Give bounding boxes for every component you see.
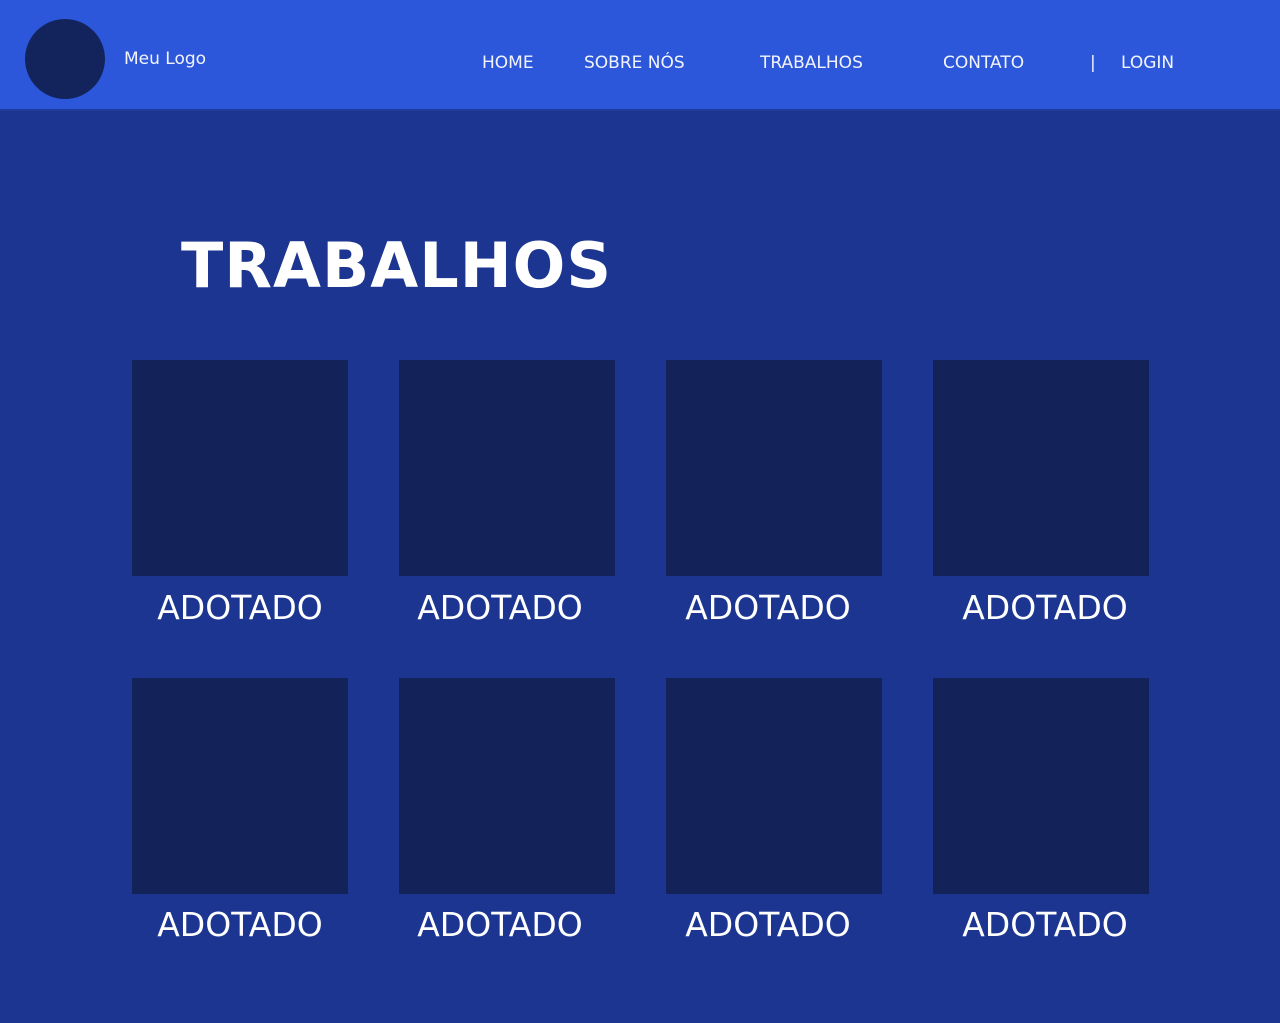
card-label: ADOTADO: [962, 588, 1128, 627]
card-label: ADOTADO: [417, 588, 583, 627]
card-image[interactable]: [132, 678, 348, 894]
nav-sobre-nos[interactable]: SOBRE NÓS: [584, 52, 685, 74]
card-image[interactable]: [399, 678, 615, 894]
logo-circle[interactable]: [25, 19, 105, 99]
card-label: ADOTADO: [962, 905, 1128, 944]
nav-contato[interactable]: CONTATO: [943, 52, 1024, 74]
card-image[interactable]: [132, 360, 348, 576]
card-label: ADOTADO: [685, 905, 851, 944]
nav-login[interactable]: LOGIN: [1121, 52, 1174, 74]
card-label: ADOTADO: [417, 905, 583, 944]
site-header: Meu Logo HOME SOBRE NÓS TRABALHOS CONTAT…: [0, 0, 1280, 111]
card-image[interactable]: [933, 678, 1149, 894]
nav-separator: |: [1090, 53, 1096, 73]
card-image[interactable]: [399, 360, 615, 576]
page-title: TRABALHOS: [181, 229, 613, 302]
card-image[interactable]: [666, 360, 882, 576]
card-label: ADOTADO: [157, 905, 323, 944]
card-image[interactable]: [666, 678, 882, 894]
logo-text[interactable]: Meu Logo: [124, 48, 206, 70]
nav-trabalhos[interactable]: TRABALHOS: [760, 52, 863, 74]
card-label: ADOTADO: [157, 588, 323, 627]
card-label: ADOTADO: [685, 588, 851, 627]
nav-home[interactable]: HOME: [482, 52, 534, 74]
card-image[interactable]: [933, 360, 1149, 576]
